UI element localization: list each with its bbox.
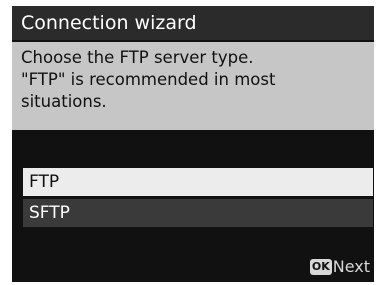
instruction-line: Choose the FTP server type. <box>21 48 254 67</box>
ok-button-icon: OK <box>309 259 332 275</box>
screen-title: Connection wizard <box>12 6 374 40</box>
next-hint[interactable]: OK Next <box>309 257 370 277</box>
option-ftp[interactable]: FTP <box>23 168 373 196</box>
camera-menu-screen: Connection wizard Choose the FTP server … <box>12 6 374 282</box>
instruction-line: situations. <box>21 92 107 111</box>
instruction-panel: Choose the FTP server type. "FTP" is rec… <box>12 42 374 130</box>
server-type-list: FTP SFTP <box>23 168 373 230</box>
instruction-line: "FTP" is recommended in most <box>21 70 276 89</box>
option-sftp[interactable]: SFTP <box>23 199 373 227</box>
next-label: Next <box>332 257 370 276</box>
